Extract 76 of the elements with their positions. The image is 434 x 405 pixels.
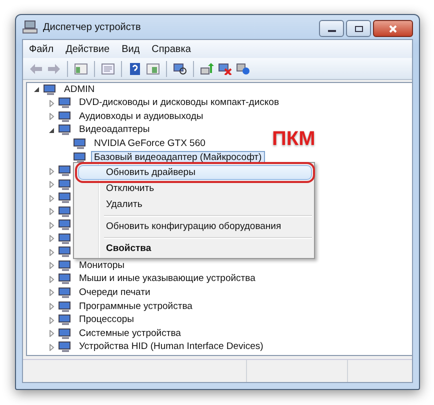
computer-icon <box>22 20 38 34</box>
maximize-button[interactable] <box>346 20 371 37</box>
device-icon <box>58 286 72 299</box>
maximize-icon <box>354 24 364 32</box>
panel-icon[interactable] <box>146 62 160 74</box>
expand-arrow-icon[interactable] <box>48 100 55 107</box>
device-icon <box>43 84 57 96</box>
device-icon <box>73 152 87 164</box>
device-icon <box>58 219 72 232</box>
device-icon <box>58 341 72 354</box>
expand-arrow-icon[interactable] <box>48 208 55 216</box>
expand-arrow-icon[interactable] <box>48 316 55 324</box>
expand-arrow-icon[interactable] <box>48 235 55 242</box>
tree-item[interactable]: Системные устройства <box>76 326 184 341</box>
disable-icon[interactable] <box>218 62 232 74</box>
device-icon <box>73 138 87 150</box>
device-icon <box>58 246 72 258</box>
close-icon <box>388 24 398 32</box>
expand-arrow-icon[interactable] <box>48 222 55 229</box>
tree-item[interactable]: Программные устройства <box>76 300 196 314</box>
tree-item[interactable]: Аудиовходы и аудиовыходы <box>76 110 206 124</box>
context-menu-item[interactable]: Обновить драйверы <box>78 165 312 180</box>
menu-item[interactable]: Справка <box>152 44 191 54</box>
device-icon <box>58 232 72 245</box>
expand-arrow-icon[interactable] <box>48 330 55 338</box>
context-menu-item[interactable]: Удалить <box>78 197 312 212</box>
scan-icon[interactable] <box>173 62 187 74</box>
properties-icon[interactable] <box>101 62 115 74</box>
device-icon <box>58 192 72 204</box>
expand-arrow-icon[interactable] <box>48 303 55 310</box>
expand-arrow-icon[interactable] <box>48 262 55 270</box>
expand-arrow-icon[interactable] <box>48 344 55 351</box>
back-arrow-icon[interactable] <box>29 62 43 74</box>
device-icon <box>58 314 72 326</box>
tree-item[interactable]: ADMIN <box>61 82 98 97</box>
close-button[interactable] <box>373 20 413 37</box>
collapse-arrow-icon[interactable] <box>48 126 55 134</box>
menu-item[interactable]: Действие <box>66 44 110 54</box>
menu-item[interactable]: Файл <box>29 44 54 54</box>
tree-item[interactable]: NVIDIA GeForce GTX 560 <box>91 136 208 151</box>
context-menu-item[interactable]: Свойства <box>78 241 312 256</box>
forward-arrow-icon[interactable] <box>47 62 61 74</box>
expand-arrow-icon[interactable] <box>48 276 55 283</box>
tree-item[interactable]: Очереди печати <box>76 286 154 300</box>
tree-item[interactable]: Устройства HID (Human Interface Devices) <box>76 340 266 354</box>
device-icon <box>58 110 72 123</box>
context-menu-item[interactable]: Отключить <box>78 181 312 196</box>
tree-item[interactable]: DVD-дисководы и дисководы компакт-дисков <box>76 96 282 110</box>
tree-item[interactable]: Процессоры <box>76 313 138 328</box>
panel-icon[interactable] <box>74 62 88 74</box>
context-menu-item[interactable]: Обновить конфигурацию оборудования <box>78 219 312 234</box>
tree-item[interactable]: Мониторы <box>76 258 128 273</box>
annotation-label: ПКМ <box>272 128 316 151</box>
device-icon <box>58 206 72 218</box>
expand-arrow-icon[interactable] <box>48 113 55 120</box>
collapse-arrow-icon[interactable] <box>33 86 40 94</box>
tree-item[interactable]: Мыши и иные указывающие устройства <box>76 272 258 286</box>
update-driver-icon[interactable] <box>200 62 214 74</box>
device-icon <box>58 178 72 191</box>
device-icon <box>58 273 72 286</box>
device-icon <box>58 165 72 178</box>
device-icon <box>58 328 72 340</box>
help-icon[interactable] <box>128 62 142 74</box>
device-icon <box>58 300 72 313</box>
expand-arrow-icon[interactable] <box>48 194 55 202</box>
expand-arrow-icon[interactable] <box>48 168 55 175</box>
window-title: Диспетчер устройств <box>43 22 141 32</box>
expand-arrow-icon[interactable] <box>48 181 55 188</box>
device-icon <box>58 97 72 110</box>
expand-arrow-icon[interactable] <box>48 289 55 296</box>
device-icon <box>58 260 72 272</box>
device-icon <box>58 124 72 136</box>
expand-arrow-icon[interactable] <box>48 248 55 256</box>
tree-item[interactable]: Видеоадаптеры <box>76 123 153 138</box>
menu-item[interactable]: Вид <box>122 44 140 54</box>
minimize-button[interactable] <box>319 20 344 37</box>
